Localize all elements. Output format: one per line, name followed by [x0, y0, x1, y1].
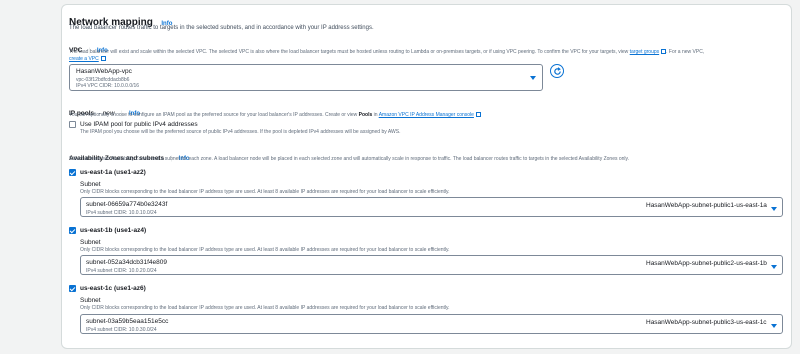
- subnet-cidr: IPv4 subnet CIDR: 10.0.20.0/24: [86, 268, 157, 274]
- external-link-icon: [475, 111, 481, 117]
- network-mapping-panel: [61, 4, 792, 349]
- subnet-label: Subnet: [80, 297, 101, 304]
- subnet-name: HasanWebApp-subnet-public3-us-east-1c: [646, 319, 767, 326]
- chevron-down-icon: [771, 207, 777, 211]
- subnet-cidr: IPv4 subnet CIDR: 10.0.10.0/24: [86, 210, 157, 216]
- subnet-id: subnet-03a59b5eaa151e5cc: [86, 318, 169, 325]
- zone-checkbox-us-east-1b[interactable]: [69, 227, 76, 234]
- subnet-description: Only CIDR blocks corresponding to the lo…: [80, 189, 450, 195]
- chevron-down-icon: [771, 324, 777, 328]
- zone-name: us-east-1a (use1-az2): [80, 169, 146, 176]
- subnet-id: subnet-06659a774b0e3243f: [86, 201, 168, 208]
- chevron-down-icon: [771, 265, 777, 269]
- subnet-name: HasanWebApp-subnet-public2-us-east-1b: [646, 260, 767, 267]
- vpc-select[interactable]: HasanWebApp-vpc vpc-03f12bdfcddacb8b6 IP…: [69, 64, 543, 91]
- refresh-icon: [553, 66, 561, 75]
- ipam-checkbox-desc: The IPAM pool you choose will be the pre…: [80, 129, 401, 135]
- zone-name: us-east-1b (use1-az4): [80, 227, 147, 234]
- subnet-select-us-east-1c[interactable]: subnet-03a59b5eaa151e5cc IPv4 subnet CID…: [80, 314, 783, 334]
- vpc-description: The load balancer will exist and scale w…: [69, 48, 705, 55]
- section-description: The load balancer routes traffic to targ…: [69, 25, 374, 31]
- refresh-button[interactable]: [550, 64, 564, 78]
- create-vpc-link[interactable]: create a VPC: [69, 56, 99, 62]
- vpc-selected-name: HasanWebApp-vpc: [76, 68, 132, 75]
- subnet-cidr: IPv4 subnet CIDR: 10.0.30.0/24: [86, 327, 157, 333]
- subnet-name: HasanWebApp-subnet-public1-us-east-1a: [646, 202, 767, 209]
- zone-name: us-east-1c (use1-az6): [80, 285, 146, 292]
- chevron-down-icon: [530, 76, 536, 80]
- zone-checkbox-us-east-1c[interactable]: [69, 285, 76, 292]
- subnet-id: subnet-052a34dcb31f4e809: [86, 259, 167, 266]
- subnet-label: Subnet: [80, 181, 101, 188]
- ipam-checkbox-label: Use IPAM pool for public IPv4 addresses: [80, 121, 198, 128]
- ip-pools-description: You can optionally choose to configure a…: [69, 111, 481, 118]
- vpc-selected-cidr: IPv4 VPC CIDR: 10.0.0.0/16: [76, 83, 140, 89]
- ipam-pool-checkbox[interactable]: [69, 121, 76, 128]
- external-link-icon: [661, 48, 667, 54]
- zone-checkbox-us-east-1a[interactable]: [69, 169, 76, 176]
- vpc-create-row: create a VPC: [69, 55, 106, 62]
- subnet-description: Only CIDR blocks corresponding to the lo…: [80, 247, 450, 253]
- az-description: Select at least two Availability Zones a…: [69, 156, 630, 162]
- subnet-label: Subnet: [80, 239, 101, 246]
- subnet-description: Only CIDR blocks corresponding to the lo…: [80, 305, 450, 311]
- target-groups-link[interactable]: target groups: [630, 49, 659, 55]
- subnet-select-us-east-1a[interactable]: subnet-06659a774b0e3243f IPv4 subnet CID…: [80, 197, 783, 217]
- external-link-icon: [100, 55, 106, 61]
- ipam-console-link[interactable]: Amazon VPC IP Address Manager console: [379, 112, 474, 118]
- subnet-select-us-east-1b[interactable]: subnet-052a34dcb31f4e809 IPv4 subnet CID…: [80, 255, 783, 275]
